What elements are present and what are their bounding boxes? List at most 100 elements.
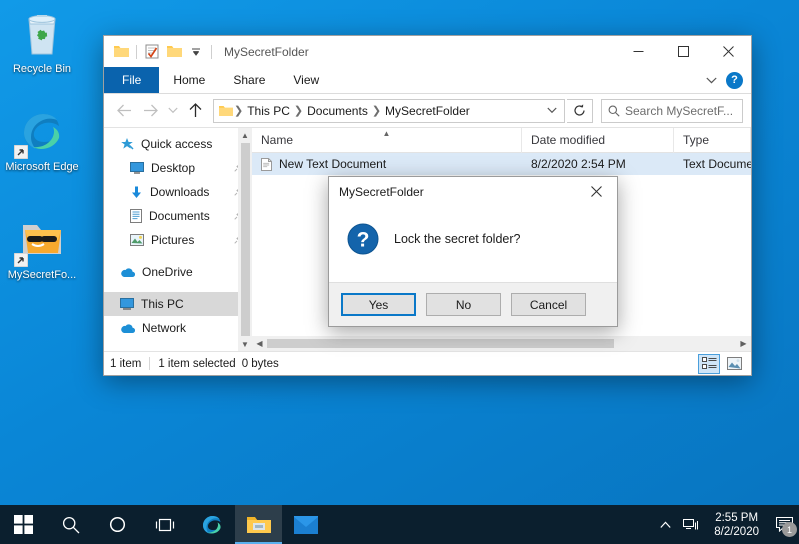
up-button[interactable]: [183, 99, 207, 123]
cancel-button[interactable]: Cancel: [511, 293, 586, 316]
tab-share[interactable]: Share: [219, 67, 279, 93]
clock-date: 8/2/2020: [714, 525, 759, 538]
quick-access-toolbar[interactable]: [110, 41, 216, 63]
customize-quick-access-icon[interactable]: [185, 41, 207, 63]
cell-name[interactable]: New Text Document: [252, 157, 522, 171]
documents-icon: [130, 209, 142, 223]
edge-taskbar-icon[interactable]: [188, 505, 235, 544]
breadcrumb-this-pc[interactable]: This PC: [244, 104, 293, 118]
close-button[interactable]: [706, 36, 751, 67]
title-bar[interactable]: MySecretFolder: [104, 36, 751, 67]
column-header-date-modified[interactable]: Date modified: [522, 127, 674, 153]
folder-icon[interactable]: [110, 41, 132, 63]
desktop-icon-mysecretfolder[interactable]: MySecretFo...: [3, 216, 81, 282]
details-view-button[interactable]: [698, 353, 720, 374]
back-button[interactable]: [112, 99, 136, 123]
ribbon-tab-bar[interactable]: File Home Share View ?: [104, 67, 751, 94]
scroll-right-icon[interactable]: ▶: [736, 336, 751, 351]
desktop-icon: [130, 162, 144, 174]
scroll-down-icon[interactable]: ▼: [238, 337, 252, 351]
desktop-icon-label: Microsoft Edge: [5, 161, 79, 173]
sidebar-item-onedrive[interactable]: OneDrive: [104, 260, 252, 284]
scroll-left-icon[interactable]: ◀: [252, 336, 267, 351]
scrollbar-thumb[interactable]: [267, 339, 615, 348]
view-buttons[interactable]: [698, 353, 745, 374]
status-divider: [149, 357, 151, 370]
pictures-icon: [130, 234, 144, 246]
column-header-name[interactable]: ▲ Name: [252, 127, 522, 153]
sidebar-item-this-pc[interactable]: This PC: [104, 292, 252, 316]
breadcrumb-documents[interactable]: Documents: [304, 104, 371, 118]
help-button[interactable]: ?: [726, 71, 743, 89]
horizontal-scrollbar[interactable]: ◀ ▶: [252, 336, 751, 351]
search-box[interactable]: Search MySecretF...: [601, 98, 743, 123]
sidebar-item-label: This PC: [141, 297, 184, 311]
desktop-icon-recycle-bin[interactable]: Recycle Bin: [3, 10, 81, 76]
sidebar-item-pictures[interactable]: Pictures: [104, 228, 252, 252]
sidebar-item-quick-access[interactable]: Quick access: [104, 132, 252, 156]
navigation-bar[interactable]: ❯ This PC ❯ Documents ❯ MySecretFolder S…: [104, 94, 751, 127]
tab-home[interactable]: Home: [159, 67, 219, 93]
new-folder-icon[interactable]: [163, 41, 185, 63]
column-header-type[interactable]: Type: [674, 127, 751, 153]
sidebar-item-documents[interactable]: Documents: [104, 204, 252, 228]
table-row[interactable]: New Text Document 8/2/2020 2:54 PM Text …: [252, 153, 751, 175]
clock-time: 2:55 PM: [715, 511, 759, 524]
refresh-button[interactable]: [567, 98, 593, 123]
search-input[interactable]: Search MySecretF...: [625, 104, 733, 118]
address-bar[interactable]: ❯ This PC ❯ Documents ❯ MySecretFolder: [213, 98, 565, 123]
cell-type: Text Docume: [683, 157, 751, 171]
recent-locations-button[interactable]: [164, 99, 181, 123]
minimize-button[interactable]: [616, 36, 661, 67]
start-button[interactable]: [0, 505, 47, 544]
ribbon-right-controls[interactable]: ?: [702, 67, 751, 93]
taskbar[interactable]: 2:55 PM 8/2/2020 1: [0, 505, 799, 544]
forward-button[interactable]: [138, 99, 162, 123]
network-icon[interactable]: [678, 505, 704, 544]
clock[interactable]: 2:55 PM 8/2/2020: [704, 505, 769, 544]
this-pc-icon: [120, 298, 134, 310]
window-controls[interactable]: [616, 36, 751, 67]
scrollbar-track[interactable]: [267, 336, 736, 351]
notification-count-badge: 1: [782, 522, 797, 537]
navigation-pane[interactable]: Quick access Desktop Downloads Documents…: [104, 128, 252, 351]
sidebar-item-label: Network: [142, 321, 187, 335]
scroll-up-icon[interactable]: ▲: [238, 128, 252, 142]
sidebar-item-network[interactable]: Network: [104, 316, 252, 340]
selection-size: 0 bytes: [241, 357, 279, 370]
navigation-pane-scrollbar[interactable]: ▲ ▼: [238, 128, 252, 351]
sidebar-item-desktop[interactable]: Desktop: [104, 156, 252, 180]
system-tray[interactable]: 2:55 PM 8/2/2020 1: [652, 505, 799, 544]
mail-taskbar-icon[interactable]: [282, 505, 329, 544]
tab-view[interactable]: View: [279, 67, 333, 93]
notification-icon[interactable]: 1: [769, 505, 799, 544]
large-icons-view-button[interactable]: [723, 354, 745, 374]
address-dropdown-icon[interactable]: [542, 100, 562, 122]
dialog-buttons[interactable]: Yes No Cancel: [329, 282, 617, 326]
chevron-up-icon[interactable]: [652, 505, 678, 544]
dialog-title-bar[interactable]: MySecretFolder: [329, 177, 617, 206]
task-view-icon[interactable]: [141, 505, 188, 544]
no-button[interactable]: No: [426, 293, 501, 316]
network-icon: [120, 323, 135, 334]
file-explorer-taskbar-icon[interactable]: [235, 505, 282, 544]
maximize-button[interactable]: [661, 36, 706, 67]
star-pin-icon: [120, 137, 134, 151]
file-name: New Text Document: [279, 157, 387, 171]
properties-icon[interactable]: [141, 41, 163, 63]
chevron-down-icon[interactable]: [702, 71, 720, 89]
tab-file[interactable]: File: [104, 67, 160, 93]
scrollbar-thumb[interactable]: [240, 143, 250, 336]
column-headers[interactable]: ▲ Name Date modified Type: [252, 127, 751, 153]
yes-button[interactable]: Yes: [341, 293, 416, 316]
cortana-icon[interactable]: [94, 505, 141, 544]
search-icon: [608, 105, 620, 117]
desktop-icon-microsoft-edge[interactable]: Microsoft Edge: [3, 108, 81, 174]
search-icon[interactable]: [47, 505, 94, 544]
breadcrumb-mysecretfolder[interactable]: MySecretFolder: [382, 104, 473, 118]
sidebar-item-label: OneDrive: [142, 265, 193, 279]
confirmation-dialog[interactable]: MySecretFolder ? Lock the secret folder?…: [328, 176, 618, 327]
status-bar: 1 item 1 item selected 0 bytes: [104, 351, 751, 375]
sidebar-item-downloads[interactable]: Downloads: [104, 180, 252, 204]
dialog-close-button[interactable]: [575, 177, 617, 206]
